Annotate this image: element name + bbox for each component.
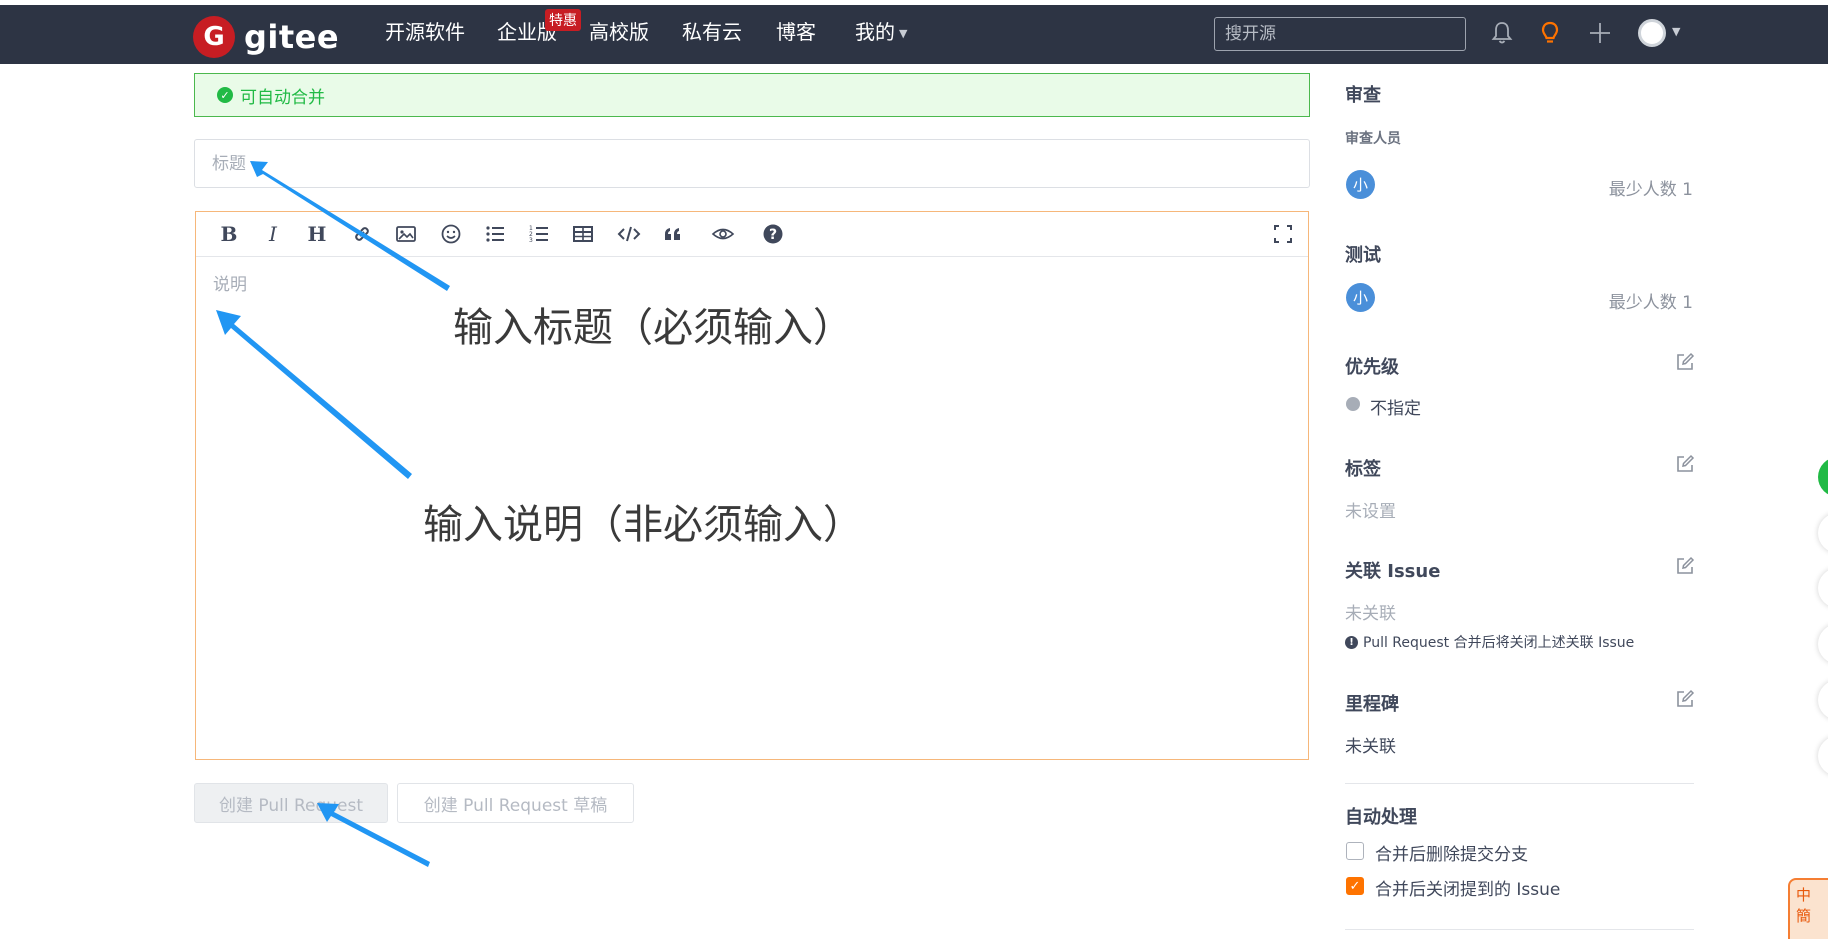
sidebar-divider (1345, 783, 1694, 784)
search-input[interactable] (1214, 17, 1466, 51)
reviewer-avatar[interactable]: 小 (1346, 170, 1375, 199)
description-editor: B I H 123 ? 说明 (195, 211, 1309, 760)
info-icon: ! (1345, 635, 1358, 649)
link-icon[interactable] (351, 223, 373, 245)
milestone-heading: 里程碑 (1345, 694, 1399, 715)
editor-toolbar: B I H 123 ? (196, 212, 1308, 257)
preview-icon[interactable] (711, 223, 735, 245)
nav-education[interactable]: 高校版 (589, 16, 649, 45)
issue-heading: 关联 Issue (1345, 561, 1441, 582)
milestone-value: 未关联 (1345, 737, 1396, 757)
floating-button-5[interactable] (1818, 736, 1828, 776)
reviewers-label: 审查人员 (1345, 131, 1401, 147)
help-icon[interactable]: ? (762, 223, 784, 245)
chevron-down-icon: ▼ (899, 27, 908, 40)
issue-value: 未关联 (1345, 604, 1396, 624)
reviewer-min-count: 最少人数 1 (1608, 180, 1693, 200)
issue-note-text: Pull Request 合并后将关闭上述关联 Issue (1363, 635, 1635, 651)
nav-blog[interactable]: 博客 (776, 16, 816, 45)
issue-edit-icon[interactable] (1675, 556, 1695, 576)
labels-value: 未设置 (1345, 502, 1396, 522)
title-input[interactable] (194, 139, 1310, 188)
tester-min-count: 最少人数 1 (1608, 293, 1693, 313)
issue-note: ! Pull Request 合并后将关闭上述关联 Issue (1345, 632, 1634, 652)
svg-text:3: 3 (529, 237, 533, 244)
gitee-logo[interactable]: G gitee (193, 15, 339, 59)
bullet-list-icon[interactable] (484, 223, 506, 245)
merge-status-text: 可自动合并 (240, 87, 325, 108)
close-issue-checkbox[interactable]: ✓ (1346, 877, 1364, 895)
priority-dot-icon (1346, 397, 1360, 411)
floating-button-4[interactable] (1818, 680, 1828, 720)
user-avatar[interactable] (1638, 19, 1666, 47)
merge-status-alert: ✓ 可自动合并 (194, 73, 1310, 117)
bell-icon[interactable] (1489, 20, 1515, 46)
ime-toolbar-widget[interactable]: 中 簡 (1788, 878, 1828, 939)
table-icon[interactable] (572, 223, 594, 245)
auto-handling-heading: 自动处理 (1345, 807, 1417, 828)
delete-branch-checkbox[interactable] (1346, 842, 1364, 860)
close-issue-label[interactable]: 合并后关闭提到的 Issue (1375, 875, 1560, 900)
floating-button-1[interactable] (1818, 513, 1828, 553)
ordered-list-icon[interactable]: 123 (528, 223, 550, 245)
lightbulb-icon[interactable] (1537, 20, 1563, 46)
delete-branch-label[interactable]: 合并后删除提交分支 (1375, 840, 1528, 865)
floating-button-2[interactable] (1818, 568, 1828, 608)
emoji-icon[interactable] (440, 223, 462, 245)
image-icon[interactable] (395, 223, 417, 245)
gitee-logo-text: gitee (244, 18, 340, 56)
italic-icon[interactable]: I (262, 223, 284, 245)
code-icon[interactable] (617, 223, 641, 245)
priority-value: 不指定 (1370, 399, 1421, 419)
svg-text:?: ? (769, 227, 777, 243)
avatar-chevron-down-icon[interactable]: ▼ (1672, 25, 1680, 38)
review-heading: 审查 (1345, 85, 1381, 106)
quote-icon[interactable] (662, 223, 684, 245)
priority-heading: 优先级 (1345, 357, 1399, 378)
create-draft-pull-request-button[interactable]: 创建 Pull Request 草稿 (397, 783, 634, 823)
priority-edit-icon[interactable] (1675, 352, 1695, 372)
description-hint-annotation: 输入说明（非必须输入） (423, 502, 863, 548)
nav-private-cloud[interactable]: 私有云 (682, 16, 742, 45)
labels-heading: 标签 (1345, 459, 1381, 480)
floating-green-button[interactable] (1818, 457, 1828, 497)
nav-mine-label: 我的 (855, 20, 895, 44)
milestone-edit-icon[interactable] (1675, 689, 1695, 709)
testing-heading: 测试 (1345, 245, 1381, 266)
tester-avatar[interactable]: 小 (1346, 283, 1375, 312)
gitee-logo-icon: G (193, 16, 235, 58)
title-hint-annotation: 输入标题（必须输入） (453, 305, 853, 351)
bold-icon[interactable]: B (218, 223, 240, 245)
nav-open-source[interactable]: 开源软件 (385, 16, 465, 45)
heading-icon[interactable]: H (306, 223, 328, 245)
plus-icon[interactable] (1587, 20, 1613, 46)
labels-edit-icon[interactable] (1675, 454, 1695, 474)
create-pull-request-button[interactable]: 创建 Pull Request (194, 783, 388, 823)
sidebar-divider-bottom (1345, 929, 1694, 930)
check-circle-icon: ✓ (217, 87, 233, 103)
fullscreen-icon[interactable] (1272, 223, 1294, 245)
promo-badge: 特惠 (545, 9, 581, 31)
nav-mine[interactable]: 我的 ▼ (855, 16, 907, 45)
floating-button-3[interactable] (1818, 624, 1828, 664)
